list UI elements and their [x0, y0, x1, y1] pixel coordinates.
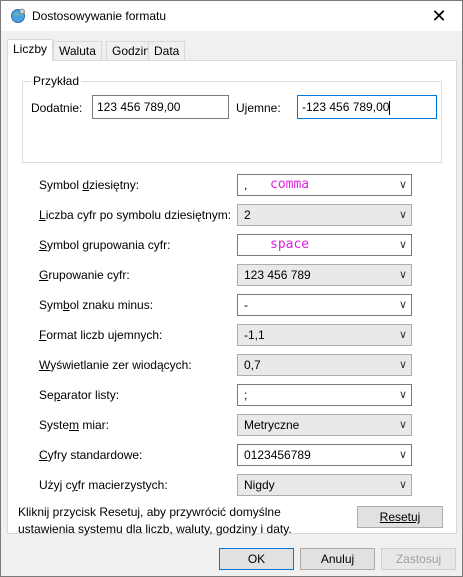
decimal-symbol-combo[interactable]: , comma ∨: [237, 174, 412, 196]
reset-button[interactable]: Resetuj: [357, 506, 443, 528]
leading-zeros-combo[interactable]: 0,7 ∨: [237, 354, 412, 376]
ok-button[interactable]: OK: [219, 548, 294, 570]
negative-label: Ujemne:: [236, 101, 281, 115]
combo-value: 0,7: [244, 358, 261, 372]
chevron-down-icon[interactable]: ∨: [399, 475, 407, 495]
tab-label: Liczby: [13, 42, 48, 56]
combo-value: 0123456789: [244, 448, 311, 462]
setting-label: Grupowanie cyfr:: [39, 268, 130, 282]
setting-label: Liczba cyfr po symbolu dziesiętnym:: [39, 208, 232, 222]
tab-data[interactable]: Data: [148, 41, 186, 60]
combo-value: 2: [244, 208, 251, 222]
cancel-button-label: Anuluj: [320, 552, 355, 566]
digit-grouping-combo[interactable]: 123 456 789 ∨: [237, 264, 412, 286]
setting-label: Separator listy:: [39, 388, 120, 402]
cancel-button[interactable]: Anuluj: [300, 548, 375, 570]
combo-annotation: space: [270, 237, 310, 252]
chevron-down-icon[interactable]: ∨: [399, 325, 407, 345]
tab-panel-liczby: Przykład Dodatnie: 123 456 789,00 Ujemne…: [7, 60, 457, 536]
reset-button-label: Resetuj: [379, 510, 421, 524]
digit-grouping-symbol-combo[interactable]: space ∨: [237, 234, 412, 256]
combo-value: -1,1: [244, 328, 265, 342]
example-group: Przykład Dodatnie: 123 456 789,00 Ujemne…: [22, 74, 442, 163]
dialog-window: Dostosowywanie formatu ✕ Liczby Waluta G…: [0, 0, 463, 577]
chevron-down-icon[interactable]: ∨: [399, 205, 407, 225]
setting-label: Symbol grupowania cyfr:: [39, 238, 171, 252]
standard-digits-combo[interactable]: 0123456789 ∨: [237, 444, 412, 466]
decimal-digits-combo[interactable]: 2 ∨: [237, 204, 412, 226]
apply-button-label: Zastosuj: [395, 552, 442, 566]
negative-example-field[interactable]: -123 456 789,00: [297, 95, 437, 119]
chevron-down-icon[interactable]: ∨: [399, 445, 407, 465]
reset-description: Kliknij przycisk Resetuj, aby przywrócić…: [18, 505, 292, 536]
setting-label: Symbol znaku minus:: [39, 298, 154, 312]
tab-liczby[interactable]: Liczby: [7, 39, 54, 61]
negative-example-value: -123 456 789,00: [302, 100, 390, 114]
positive-label: Dodatnie:: [31, 101, 83, 115]
chevron-down-icon[interactable]: ∨: [399, 355, 407, 375]
measurement-system-combo[interactable]: Metryczne ∨: [237, 414, 412, 436]
tab-waluta[interactable]: Waluta: [53, 41, 102, 60]
chevron-down-icon[interactable]: ∨: [399, 295, 407, 315]
setting-label: Użyj cyfr macierzystych:: [39, 478, 168, 492]
text-caret: [389, 100, 391, 115]
negative-format-combo[interactable]: -1,1 ∨: [237, 324, 412, 346]
chevron-down-icon[interactable]: ∨: [399, 265, 407, 285]
chevron-down-icon[interactable]: ∨: [399, 415, 407, 435]
combo-value: Metryczne: [244, 418, 300, 432]
example-group-label: Przykład: [31, 74, 82, 88]
setting-label: Wyświetlanie zer wiodących:: [39, 358, 192, 372]
positive-example-value: 123 456 789,00: [97, 100, 181, 114]
chevron-down-icon[interactable]: ∨: [399, 235, 407, 255]
combo-value: Nigdy: [244, 478, 275, 492]
window-title: Dostosowywanie formatu: [32, 9, 167, 23]
setting-label: Format liczb ujemnych:: [39, 328, 163, 342]
title-bar: Dostosowywanie formatu ✕: [1, 1, 462, 31]
apply-button[interactable]: Zastosuj: [381, 548, 456, 570]
positive-example-field[interactable]: 123 456 789,00: [92, 95, 229, 119]
combo-value: -: [244, 298, 248, 312]
tab-label: Waluta: [59, 44, 96, 58]
combo-value: ,: [244, 178, 248, 192]
ok-button-label: OK: [247, 552, 266, 566]
combo-value: 123 456 789: [244, 268, 311, 282]
native-digits-combo[interactable]: Nigdy ∨: [237, 474, 412, 496]
negative-sign-combo[interactable]: - ∨: [237, 294, 412, 316]
list-separator-combo[interactable]: ; ∨: [237, 384, 412, 406]
tab-label: Data: [154, 44, 180, 58]
setting-label: System miar:: [39, 418, 110, 432]
chevron-down-icon[interactable]: ∨: [399, 175, 407, 195]
setting-label: Symbol dziesiętny:: [39, 178, 140, 192]
close-icon[interactable]: ✕: [416, 1, 462, 31]
settings-globe-icon: [10, 8, 26, 24]
setting-label: Cyfry standardowe:: [39, 448, 143, 462]
chevron-down-icon[interactable]: ∨: [399, 385, 407, 405]
combo-annotation: comma: [270, 177, 310, 192]
combo-value: ;: [244, 388, 248, 402]
